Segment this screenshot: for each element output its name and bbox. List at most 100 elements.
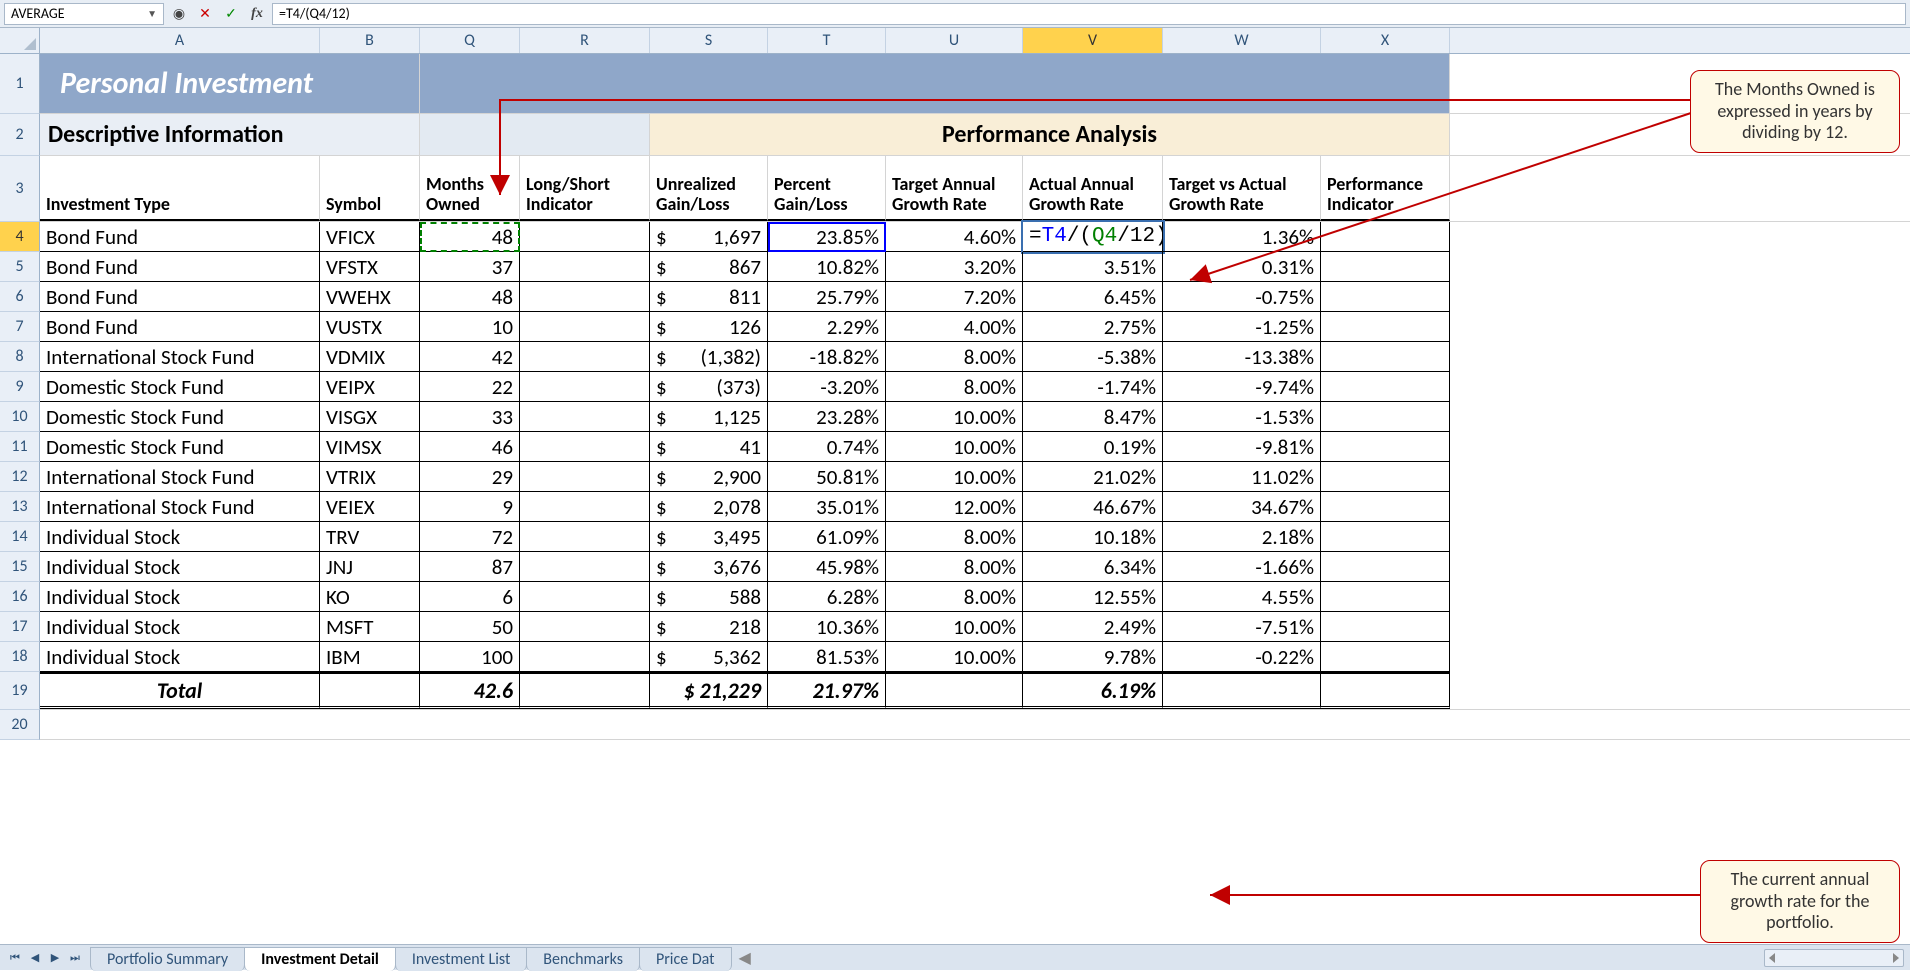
cell-target-rate[interactable]: 4.00% [886, 312, 1023, 342]
row-header-4[interactable]: 4 [0, 222, 40, 252]
enter-button[interactable]: ✓ [220, 3, 242, 25]
cell-actual-rate[interactable]: 3.51% [1023, 252, 1163, 282]
row-header-3[interactable]: 3 [0, 156, 40, 222]
cell-symbol[interactable]: VFSTX [320, 252, 420, 282]
cell-percent-gl[interactable]: 61.09% [768, 522, 886, 552]
cell-months[interactable]: 87 [420, 552, 520, 582]
cell-long-short[interactable] [520, 492, 650, 522]
cell-symbol[interactable]: KO [320, 582, 420, 612]
cell-long-short[interactable] [520, 222, 650, 252]
cell-months[interactable]: 22 [420, 372, 520, 402]
select-all-corner[interactable] [0, 28, 40, 53]
row-header-15[interactable]: 15 [0, 552, 40, 582]
cell-percent-gl[interactable]: 35.01% [768, 492, 886, 522]
cell-target-rate[interactable]: 10.00% [886, 402, 1023, 432]
cell-percent-gl[interactable]: 81.53% [768, 642, 886, 672]
cell-months[interactable]: 9 [420, 492, 520, 522]
cell-symbol[interactable]: IBM [320, 642, 420, 672]
cell-investment-type[interactable]: Individual Stock [40, 552, 320, 582]
tab-nav-prev[interactable]: ◀ [26, 949, 44, 967]
cell-target-vs-actual[interactable]: 2.18% [1163, 522, 1321, 552]
cell-investment-type[interactable]: Domestic Stock Fund [40, 372, 320, 402]
formula-input[interactable]: =T4/(Q4/12) [272, 3, 1906, 25]
cell-symbol[interactable]: VISGX [320, 402, 420, 432]
cell-target-rate[interactable]: 10.00% [886, 642, 1023, 672]
col-header-X[interactable]: X [1321, 28, 1450, 53]
cell-target-rate[interactable]: 10.00% [886, 462, 1023, 492]
cell-percent-gl[interactable]: 50.81% [768, 462, 886, 492]
cell-target-vs-actual[interactable]: 34.67% [1163, 492, 1321, 522]
cell-actual-rate[interactable]: 21.02% [1023, 462, 1163, 492]
cell-months[interactable]: 37 [420, 252, 520, 282]
cell-months[interactable]: 42 [420, 342, 520, 372]
row-header-18[interactable]: 18 [0, 642, 40, 672]
cell-target-rate[interactable]: 8.00% [886, 372, 1023, 402]
cell-performance-ind[interactable] [1321, 522, 1450, 552]
cell-target-rate[interactable]: 8.00% [886, 522, 1023, 552]
cell-actual-rate-editing[interactable]: =T4/(Q4/12) [1023, 222, 1163, 252]
cell-percent-gl[interactable]: 10.36% [768, 612, 886, 642]
cell-performance-ind[interactable] [1321, 612, 1450, 642]
cell-long-short[interactable] [520, 312, 650, 342]
cell-long-short[interactable] [520, 402, 650, 432]
cell-performance-ind[interactable] [1321, 642, 1450, 672]
cell-performance-ind[interactable] [1321, 222, 1450, 252]
col-header-U[interactable]: U [886, 28, 1023, 53]
cell-long-short[interactable] [520, 642, 650, 672]
cell-long-short[interactable] [520, 612, 650, 642]
cell-target-vs-actual[interactable]: -0.75% [1163, 282, 1321, 312]
cell-target-vs-actual[interactable]: -9.81% [1163, 432, 1321, 462]
cell-symbol[interactable]: VIMSX [320, 432, 420, 462]
cell-symbol[interactable]: VEIPX [320, 372, 420, 402]
cell-unrealized-gl[interactable]: $(373) [650, 372, 768, 402]
cell-performance-ind[interactable] [1321, 372, 1450, 402]
cell-actual-rate[interactable]: 0.19% [1023, 432, 1163, 462]
cell-performance-ind[interactable] [1321, 342, 1450, 372]
cell-months[interactable]: 48 [420, 282, 520, 312]
tab-nav-last[interactable]: ⏭ [66, 949, 84, 967]
cell-symbol[interactable]: VDMIX [320, 342, 420, 372]
cell-target-rate[interactable]: 8.00% [886, 342, 1023, 372]
cell-target-rate[interactable]: 10.00% [886, 612, 1023, 642]
row-header-9[interactable]: 9 [0, 372, 40, 402]
tab-investment-list[interactable]: Investment List [395, 947, 527, 971]
col-header-T[interactable]: T [768, 28, 886, 53]
cell-long-short[interactable] [520, 432, 650, 462]
col-header-W[interactable]: W [1163, 28, 1321, 53]
fx-icon[interactable]: fx [246, 3, 268, 25]
cell-unrealized-gl[interactable]: $41 [650, 432, 768, 462]
tab-nav-next[interactable]: ▶ [46, 949, 64, 967]
name-box[interactable]: AVERAGE ▼ [4, 3, 164, 25]
cell-actual-rate[interactable]: -5.38% [1023, 342, 1163, 372]
cell-percent-gl[interactable]: 10.82% [768, 252, 886, 282]
cell-actual-rate[interactable]: 46.67% [1023, 492, 1163, 522]
row-header-16[interactable]: 16 [0, 582, 40, 612]
cell-actual-rate[interactable]: 6.45% [1023, 282, 1163, 312]
cell-percent-gl[interactable]: 23.28% [768, 402, 886, 432]
cell-investment-type[interactable]: Individual Stock [40, 522, 320, 552]
cell-percent-gl[interactable]: 45.98% [768, 552, 886, 582]
name-box-dropdown-icon[interactable]: ▼ [147, 7, 157, 20]
cell-symbol[interactable]: TRV [320, 522, 420, 552]
cell-investment-type[interactable]: Bond Fund [40, 312, 320, 342]
row-header-20[interactable]: 20 [0, 710, 40, 740]
row-header-17[interactable]: 17 [0, 612, 40, 642]
cell-performance-ind[interactable] [1321, 582, 1450, 612]
cell-actual-rate[interactable]: -1.74% [1023, 372, 1163, 402]
empty-row[interactable] [40, 710, 1450, 739]
cell-percent-gl[interactable]: 6.28% [768, 582, 886, 612]
col-header-B[interactable]: B [320, 28, 420, 53]
cell-target-rate[interactable]: 8.00% [886, 582, 1023, 612]
cell-months[interactable]: 6 [420, 582, 520, 612]
cell-percent-gl[interactable]: 25.79% [768, 282, 886, 312]
cell-target-vs-actual[interactable]: 4.55% [1163, 582, 1321, 612]
cell-target-vs-actual[interactable]: -1.25% [1163, 312, 1321, 342]
cell-unrealized-gl[interactable]: $(1,382) [650, 342, 768, 372]
cell-symbol[interactable]: VEIEX [320, 492, 420, 522]
cell-months[interactable]: 72 [420, 522, 520, 552]
cell-investment-type[interactable]: Individual Stock [40, 642, 320, 672]
cell-actual-rate[interactable]: 2.49% [1023, 612, 1163, 642]
cell-unrealized-gl[interactable]: $588 [650, 582, 768, 612]
cell-percent-gl[interactable]: 2.29% [768, 312, 886, 342]
cell-performance-ind[interactable] [1321, 282, 1450, 312]
